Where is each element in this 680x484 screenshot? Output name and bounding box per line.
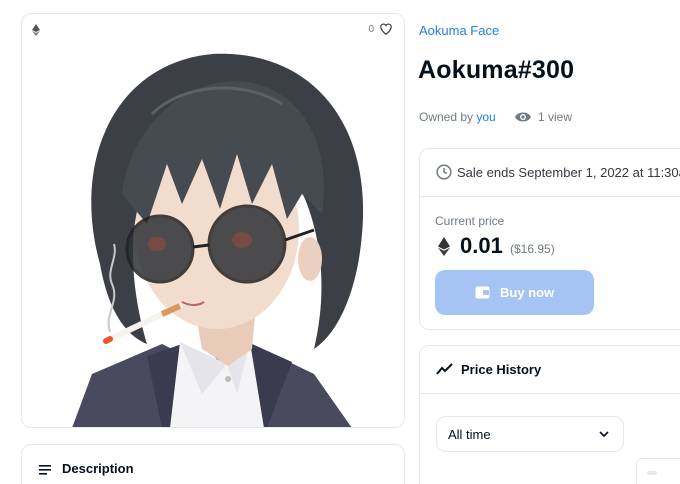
description-title: Description xyxy=(62,461,134,476)
media-header: 0 xyxy=(22,14,404,46)
list-icon xyxy=(39,465,51,475)
ethereum-icon xyxy=(32,24,40,36)
chevron-down-icon xyxy=(599,431,609,438)
owner-info: Owned by you xyxy=(419,110,496,124)
favorites-count: 0 xyxy=(368,24,374,35)
view-count: 1 view xyxy=(538,110,573,124)
description-panel[interactable]: Description xyxy=(21,444,405,484)
price-chart-area xyxy=(636,458,680,484)
nft-media-card: 0 xyxy=(21,13,405,428)
wallet-icon xyxy=(475,286,490,299)
item-name: Aokuma#300 xyxy=(418,56,575,84)
price-history-title: Price History xyxy=(461,362,542,377)
price-history-header[interactable]: Price History xyxy=(420,346,680,394)
collection-link[interactable]: Aokuma Face xyxy=(419,23,499,38)
time-range-value: All time xyxy=(448,427,491,442)
price-history-panel: Price History All time xyxy=(419,345,680,484)
heart-icon[interactable] xyxy=(379,22,393,36)
buy-now-label: Buy now xyxy=(500,285,555,300)
time-range-select[interactable]: All time xyxy=(436,416,624,452)
nft-image[interactable] xyxy=(52,44,404,428)
eye-icon xyxy=(515,112,531,122)
sale-header: Sale ends September 1, 2022 at 11:30am xyxy=(420,149,680,197)
sale-panel: Sale ends September 1, 2022 at 11:30am C… xyxy=(419,148,680,330)
sale-end-text: Sale ends September 1, 2022 at 11:30am xyxy=(457,165,680,180)
buy-now-button[interactable]: Buy now xyxy=(435,270,594,315)
owner-link[interactable]: you xyxy=(476,110,495,124)
clock-icon xyxy=(436,164,452,180)
ethereum-icon xyxy=(438,237,450,256)
price-value: 0.01 xyxy=(460,233,503,258)
current-price-label: Current price xyxy=(435,214,505,228)
price-usd: ($16.95) xyxy=(510,242,555,256)
chart-placeholder xyxy=(647,471,657,475)
trending-up-icon xyxy=(436,363,453,375)
owned-by-label: Owned by xyxy=(419,110,474,124)
